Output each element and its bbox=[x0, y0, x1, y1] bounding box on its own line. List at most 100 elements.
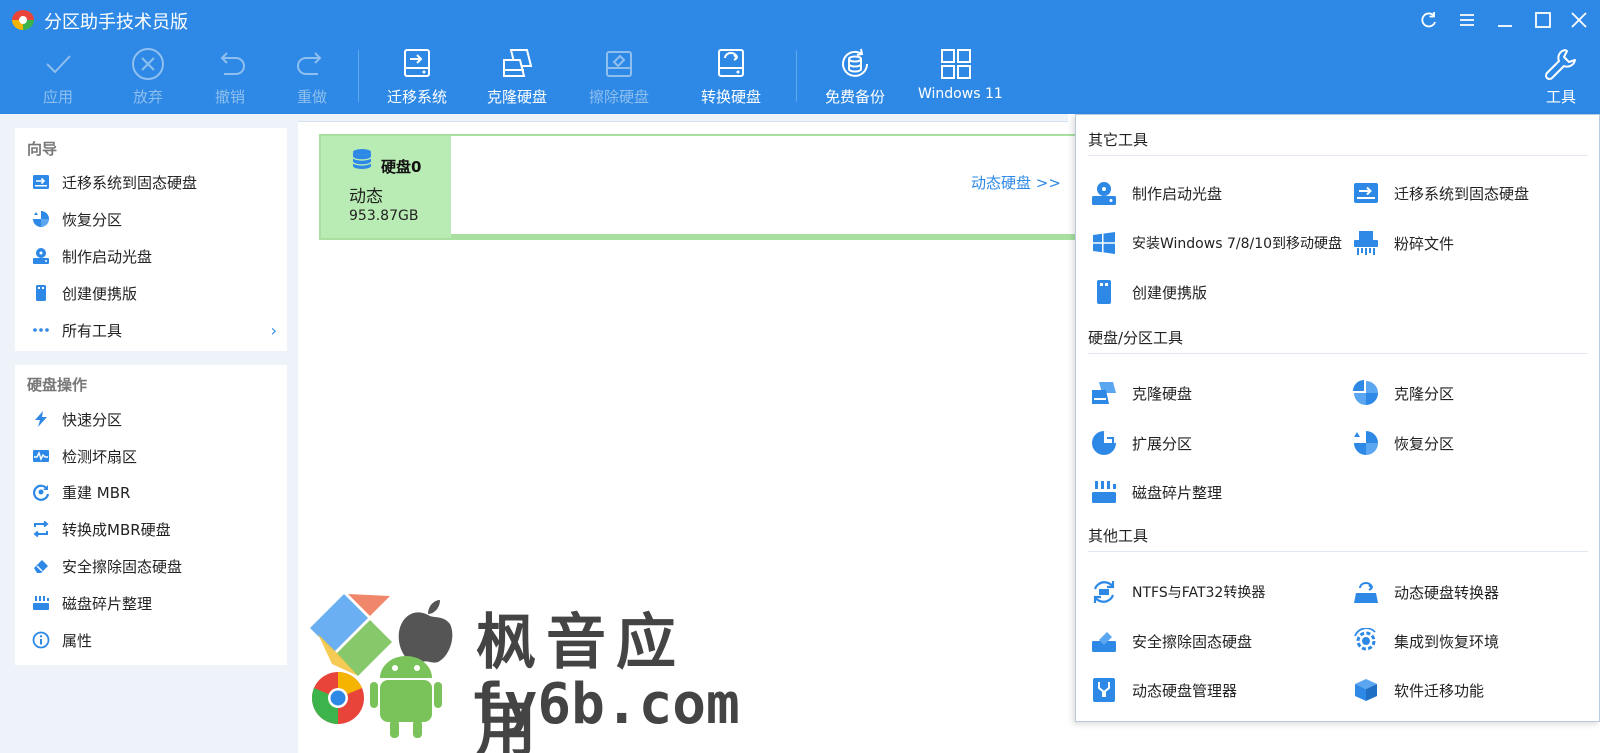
recover-partition-icon bbox=[31, 209, 51, 229]
app-title: 分区助手技术员版 bbox=[44, 12, 188, 33]
section-title-misc-tools: 其他工具 bbox=[1088, 527, 1149, 545]
migrate-os-button[interactable]: 迁移系统 bbox=[382, 46, 452, 112]
disk-bar bbox=[451, 234, 1077, 238]
rebuild-mbr-icon bbox=[31, 482, 51, 502]
wrench-icon bbox=[1544, 49, 1576, 81]
portable-icon bbox=[1090, 278, 1118, 306]
tool-recovery-env[interactable]: 集成到恢复环境 bbox=[1352, 625, 1592, 657]
dynamic-disk-link[interactable]: 动态硬盘 >> bbox=[971, 172, 1061, 193]
wizard-item-all-tools[interactable]: 所有工具 › bbox=[15, 314, 287, 346]
undo-icon bbox=[220, 52, 245, 75]
erase-ssd-icon bbox=[31, 556, 51, 576]
clone-disk-icon bbox=[1090, 379, 1118, 407]
disk-op-properties[interactable]: 属性 bbox=[15, 624, 287, 656]
tool-migrate-ssd[interactable]: 迁移系统到固态硬盘 bbox=[1352, 177, 1592, 209]
tools-dropdown: 其它工具 制作启动光盘 迁移系统到固态硬盘 安装Windows 7/8/10到移… bbox=[1075, 114, 1600, 722]
watermark-text-url: fy6b.com bbox=[470, 672, 740, 737]
disk-op-bad-sector[interactable]: 检测坏扇区 bbox=[15, 440, 287, 472]
app-migrate-icon bbox=[1352, 676, 1380, 704]
toolbar: 应用 放弃 撤销 重做 迁移系统 克隆硬盘 擦除硬盘 转换硬盘 免费备份 Win… bbox=[0, 40, 1600, 114]
clone-partition-icon bbox=[1352, 379, 1380, 407]
tool-clone-disk[interactable]: 克隆硬盘 bbox=[1090, 377, 1330, 409]
convert-mbr-icon bbox=[31, 519, 51, 539]
tool-defrag[interactable]: 磁盘碎片整理 bbox=[1090, 476, 1330, 508]
convert-disk-button[interactable]: 转换硬盘 bbox=[696, 46, 766, 112]
free-backup-button[interactable]: 免费备份 bbox=[820, 46, 890, 112]
toolbar-separator bbox=[358, 50, 359, 102]
tool-app-migrate[interactable]: 软件迁移功能 bbox=[1352, 674, 1592, 706]
tool-create-portable[interactable]: 创建便携版 bbox=[1090, 276, 1330, 308]
migrate-os-icon bbox=[404, 49, 430, 77]
wizard-item-recover-partition[interactable]: 恢复分区 bbox=[15, 203, 287, 235]
apply-button[interactable]: 应用 bbox=[34, 46, 82, 112]
check-icon bbox=[46, 55, 71, 74]
tool-dynamic-converter[interactable]: 动态硬盘转换器 bbox=[1352, 576, 1592, 608]
windows-icon bbox=[941, 49, 971, 79]
tool-dynamic-manager[interactable]: 动态硬盘管理器 bbox=[1090, 674, 1330, 706]
toolbar-separator bbox=[796, 50, 797, 102]
clone-disk-icon bbox=[503, 49, 533, 77]
wipe-disk-icon bbox=[606, 51, 632, 77]
disk-op-rebuild-mbr[interactable]: 重建 MBR bbox=[15, 476, 287, 508]
info-icon bbox=[31, 630, 51, 650]
disk-card[interactable]: 硬盘0 动态 953.87GB 动态硬盘 >> bbox=[319, 134, 1079, 240]
disk-ops-title: 硬盘操作 bbox=[27, 376, 88, 394]
close-button[interactable] bbox=[1566, 8, 1592, 32]
tool-recover-partition[interactable]: 恢复分区 bbox=[1352, 427, 1592, 459]
redo-icon bbox=[297, 52, 322, 75]
section-divider bbox=[1088, 551, 1588, 552]
section-title-other-tools: 其它工具 bbox=[1088, 131, 1149, 149]
tool-extend-partition[interactable]: 扩展分区 bbox=[1090, 427, 1330, 459]
disk-size: 953.87GB bbox=[349, 208, 419, 224]
ntfs-fat-icon bbox=[1090, 578, 1118, 606]
boot-disc-icon bbox=[1090, 179, 1118, 207]
refresh-button[interactable] bbox=[1416, 8, 1442, 32]
boot-disc-icon bbox=[31, 246, 51, 266]
tool-clone-partition[interactable]: 克隆分区 bbox=[1352, 377, 1592, 409]
erase-ssd-icon bbox=[1090, 627, 1118, 655]
tool-boot-disc[interactable]: 制作启动光盘 bbox=[1090, 177, 1330, 209]
disk-op-erase-ssd[interactable]: 安全擦除固态硬盘 bbox=[15, 550, 287, 582]
windows11-button[interactable]: Windows 11 bbox=[918, 46, 1003, 112]
dynamic-convert-icon bbox=[1352, 578, 1380, 606]
title-bar: 分区助手技术员版 bbox=[0, 0, 1600, 40]
wizard-item-portable[interactable]: 创建便携版 bbox=[15, 277, 287, 309]
disk-op-quick-partition[interactable]: 快速分区 bbox=[15, 403, 287, 435]
defrag-icon bbox=[1090, 478, 1118, 506]
disk-name: 硬盘0 bbox=[381, 158, 422, 176]
clone-disk-button[interactable]: 克隆硬盘 bbox=[482, 46, 552, 112]
tool-install-windows-usb[interactable]: 安装Windows 7/8/10到移动硬盘 bbox=[1090, 227, 1350, 259]
disk-op-defrag[interactable]: 磁盘碎片整理 bbox=[15, 587, 287, 619]
tool-ntfs-fat32[interactable]: NTFS与FAT32转换器 bbox=[1090, 576, 1330, 608]
dynamic-manager-icon bbox=[1090, 676, 1118, 704]
backup-icon bbox=[842, 48, 868, 77]
disk-type: 动态 bbox=[349, 187, 383, 207]
tools-button[interactable]: 工具 bbox=[1540, 46, 1582, 112]
migrate-ssd-icon bbox=[31, 172, 51, 192]
wizard-item-boot-disc[interactable]: 制作启动光盘 bbox=[15, 240, 287, 272]
disk-info-block[interactable]: 硬盘0 动态 953.87GB bbox=[321, 136, 451, 238]
wizard-title: 向导 bbox=[27, 140, 58, 158]
wizard-item-migrate-ssd[interactable]: 迁移系统到固态硬盘 bbox=[15, 166, 287, 198]
discard-button[interactable]: 放弃 bbox=[124, 46, 172, 112]
undo-button[interactable]: 撤销 bbox=[206, 46, 254, 112]
minimize-icon bbox=[1498, 25, 1512, 27]
bad-sector-icon bbox=[31, 446, 51, 466]
minimize-button[interactable] bbox=[1492, 8, 1518, 32]
section-title-disk-partition-tools: 硬盘/分区工具 bbox=[1088, 329, 1184, 347]
tool-shred-files[interactable]: 粉碎文件 bbox=[1352, 227, 1592, 259]
wipe-disk-button[interactable]: 擦除硬盘 bbox=[584, 46, 654, 112]
cancel-circle-icon bbox=[132, 48, 164, 80]
convert-disk-icon bbox=[718, 49, 744, 77]
menu-button[interactable] bbox=[1454, 8, 1480, 32]
portable-icon bbox=[31, 283, 51, 303]
tool-erase-ssd[interactable]: 安全擦除固态硬盘 bbox=[1090, 625, 1330, 657]
migrate-ssd-icon bbox=[1352, 179, 1380, 207]
database-icon bbox=[352, 149, 372, 169]
disk-op-convert-mbr[interactable]: 转换成MBR硬盘 bbox=[15, 513, 287, 545]
maximize-icon bbox=[1535, 12, 1551, 28]
close-icon bbox=[1571, 12, 1587, 28]
redo-button[interactable]: 重做 bbox=[288, 46, 336, 112]
maximize-button[interactable] bbox=[1530, 8, 1556, 32]
shred-icon bbox=[1352, 229, 1380, 257]
